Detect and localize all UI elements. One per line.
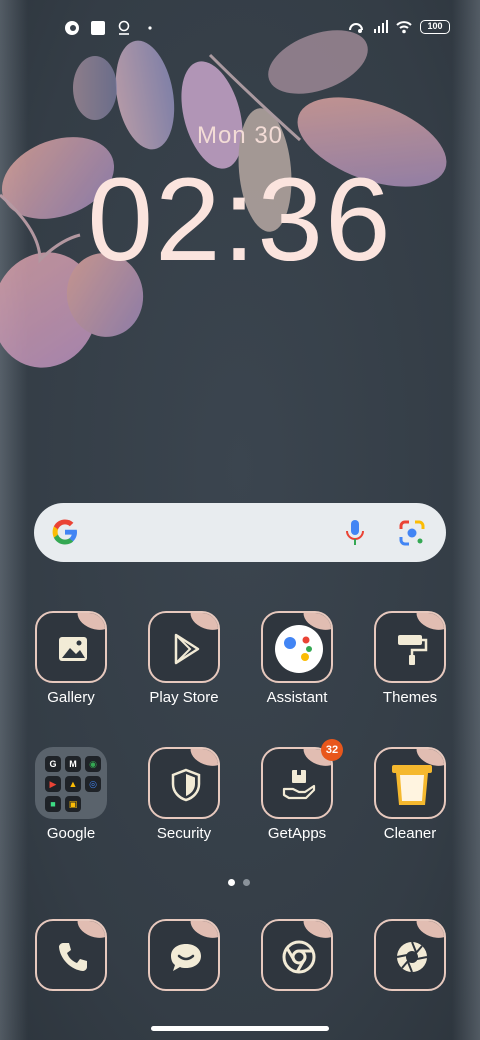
app-gallery[interactable]: Gallery [23,611,119,706]
getapps-tile[interactable] [261,747,333,819]
folder-app-duo-icon: ◎ [85,776,101,792]
folder-app-photos-icon: ▣ [65,796,81,812]
status-bar: 100 [0,14,480,42]
folder-empty-slot [85,796,101,812]
messages-tile[interactable] [148,919,220,991]
date-label[interactable]: Mon 30 [0,122,480,150]
page-dot-active[interactable] [228,879,235,886]
gallery-icon [59,637,87,661]
folder-app-google-icon: G [45,756,61,772]
google-g-icon [52,519,77,545]
dock-messages[interactable] [136,919,232,991]
camera-shutter-icon [396,941,428,973]
square-notification-icon [91,21,105,35]
themes-tile[interactable] [374,611,446,683]
app-label: Security [156,825,212,842]
app-label: Assistant [266,689,328,706]
assistant-tile[interactable] [261,611,333,683]
assistant-icon [275,625,323,673]
google-folder-icon[interactable]: G M ◉ ▶ ▲ ◎ ■ ▣ [35,747,107,819]
app-label: Themes [382,689,438,706]
phone-tile[interactable] [35,919,107,991]
folder-app-maps-icon: ◉ [85,756,101,772]
app-themes[interactable]: Themes [362,611,458,706]
app-play-store[interactable]: Play Store [136,611,232,706]
play-store-icon [174,633,200,665]
battery-icon: 100 [420,20,450,34]
dock-camera[interactable] [362,919,458,991]
app-label: Cleaner [383,825,437,842]
hotspot-icon [349,23,363,33]
app-label: Google [46,825,96,842]
dock-phone[interactable] [23,919,119,991]
chrome-icon [282,940,316,974]
signal-icon [374,20,388,33]
app-assistant[interactable]: Assistant [249,611,345,706]
home-gesture-bar[interactable] [151,1026,329,1031]
play-store-tile[interactable] [148,611,220,683]
page-dot[interactable] [243,879,250,886]
folder-app-youtube-icon: ▶ [45,776,61,792]
app-google-folder[interactable]: G M ◉ ▶ ▲ ◎ ■ ▣ Google [23,747,119,842]
gallery-tile[interactable] [35,611,107,683]
lens-camera-icon[interactable] [398,519,426,547]
notification-badge: 32 [321,739,343,761]
messages-icon [171,944,201,971]
microphone-icon[interactable] [344,519,366,547]
app-label: Play Store [149,689,219,706]
shield-icon [171,768,201,802]
google-search-bar[interactable] [34,503,446,562]
wifi-icon [396,21,412,34]
notification-app-icon [65,21,79,35]
clock-time[interactable]: 02:36 [0,150,480,290]
camera-tile[interactable] [374,919,446,991]
dock-chrome[interactable] [249,919,345,991]
security-tile[interactable] [148,747,220,819]
page-indicator[interactable] [228,879,250,886]
location-icon [118,20,130,35]
app-label: Gallery [47,689,95,706]
app-security[interactable]: Security [136,747,232,842]
app-cleaner[interactable]: Cleaner [362,747,458,842]
phone-icon [59,943,87,971]
cleaner-tile[interactable] [374,747,446,819]
app-getapps[interactable]: 32 GetApps [249,739,345,842]
app-label: GetApps [267,825,327,842]
chrome-tile[interactable] [261,919,333,991]
paint-roller-icon [398,635,428,665]
folder-app-gmail-icon: M [65,756,81,772]
folder-app-android-icon: ■ [45,796,61,812]
getapps-icon [282,770,316,800]
folder-app-drive-icon: ▲ [65,776,81,792]
trash-bin-icon [392,765,432,805]
dot-icon [148,26,152,30]
